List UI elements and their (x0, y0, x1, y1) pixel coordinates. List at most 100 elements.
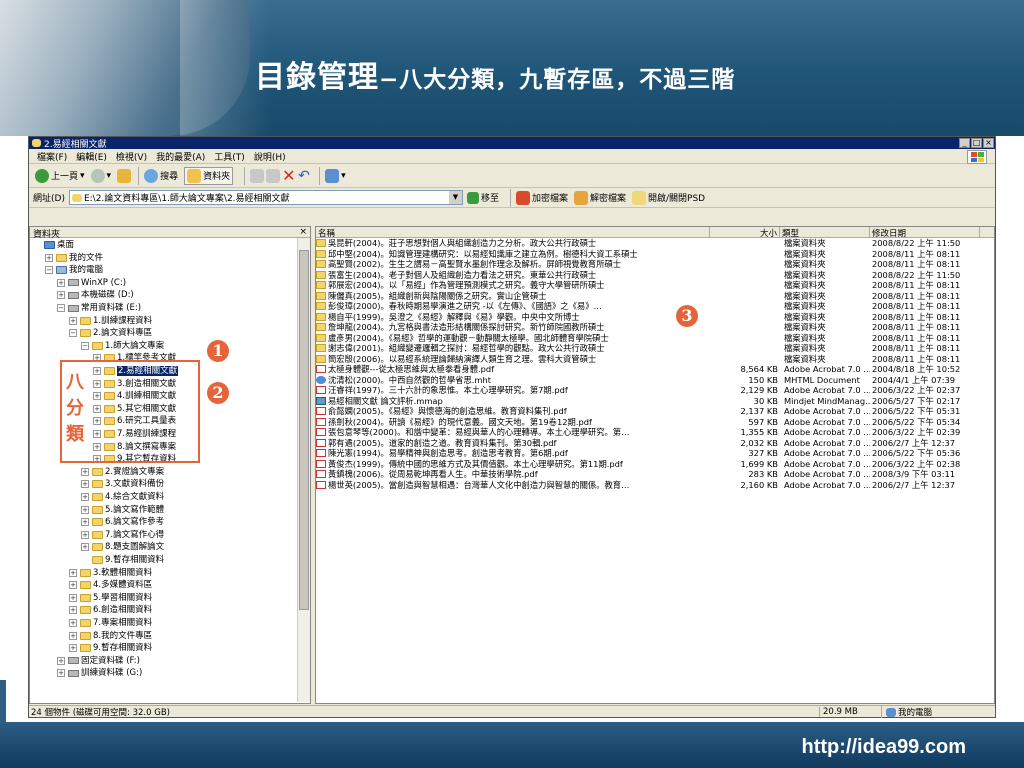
expand-icon[interactable]: + (81, 493, 89, 501)
window-titlebar[interactable]: 2.易經相關文獻 _ □ × (29, 137, 995, 150)
tree-item[interactable]: +6.創造相關資料 (69, 605, 152, 615)
encrypt-button[interactable]: 加密檔案 (515, 190, 568, 205)
folder-icon (316, 239, 326, 248)
tree-item[interactable]: + 訓練資料碟 (G:) (57, 668, 142, 678)
tree-item[interactable]: − 常用資料碟 (E:) (57, 303, 141, 313)
expand-icon[interactable]: + (81, 518, 89, 527)
tree-item[interactable]: +1.訓練課程資料 (69, 316, 152, 326)
collapse-icon[interactable]: − (57, 304, 65, 312)
column-name[interactable]: 名稱 (316, 227, 710, 239)
dropdown-arrow-icon[interactable]: ▼ (448, 191, 462, 204)
tree-item[interactable]: − 2.論文資料專區 (69, 328, 152, 338)
decrypt-button[interactable]: 解密檔案 (573, 190, 626, 205)
psd-button[interactable]: 開啟/關閉PSD (632, 190, 705, 205)
dropdown-arrow-icon[interactable]: ▾ (341, 171, 346, 181)
go-button[interactable]: 移至 (466, 191, 499, 204)
tree-item[interactable]: +9.暫存相關資料 (69, 643, 152, 653)
tree-item[interactable]: +7.論文寫作心得 (81, 530, 164, 540)
folder-pane-close-button[interactable]: × (299, 227, 307, 237)
tree-item[interactable]: +7.專案相關資料 (69, 618, 152, 628)
tree-scrollbar[interactable] (297, 238, 310, 702)
file-size: 2,032 KB (740, 437, 778, 448)
menu-help[interactable]: 說明(H) (254, 150, 286, 163)
minimize-button[interactable]: _ (959, 138, 970, 148)
collapse-icon[interactable]: − (81, 341, 89, 350)
tree-item[interactable]: + 固定資料碟 (F:) (57, 656, 140, 666)
tree-item[interactable]: +5.學習相關資料 (69, 593, 152, 603)
back-button[interactable]: 上一頁 ▾ (35, 168, 85, 183)
dropdown-arrow-icon[interactable]: ▾ (80, 171, 85, 181)
slide-title-main: 目錄管理 (255, 60, 379, 95)
tree-item[interactable]: +3.文獻資料備份 (81, 479, 164, 489)
expand-icon[interactable]: + (81, 530, 89, 539)
maximize-button[interactable]: □ (971, 138, 982, 148)
menu-edit[interactable]: 編輯(E) (76, 150, 107, 163)
column-size[interactable]: 大小 (710, 227, 780, 239)
column-date[interactable]: 修改日期 (870, 227, 980, 239)
expand-icon[interactable]: + (69, 568, 77, 577)
tree-item-label: 我的文件 (69, 252, 104, 263)
expand-icon[interactable]: + (69, 606, 77, 615)
status-location-label: 我的電腦 (898, 708, 933, 718)
expand-icon[interactable]: + (69, 581, 77, 590)
undo-icon[interactable]: ↶ (298, 169, 312, 183)
move-to-icon[interactable] (250, 168, 265, 183)
tree-item-label: 8.題支圖解論文 (105, 542, 165, 553)
tree-item[interactable]: − 1.師大論文專案 (81, 341, 164, 351)
expand-icon[interactable]: + (57, 656, 65, 665)
file-row[interactable]: 楊世英(2005)。當創造與智慧相遇：台灣華人文化中創造力與智慧的關係。教育… 2… (316, 480, 994, 491)
expand-icon[interactable]: + (81, 467, 89, 476)
menu-tools[interactable]: 工具(T) (214, 150, 245, 163)
tree-item-label: 5.論文寫作範體 (105, 504, 165, 515)
tree-item[interactable]: +8.題支圖解論文 (81, 542, 164, 552)
forward-button[interactable]: ▾ (90, 168, 112, 183)
search-button[interactable]: 搜尋 (144, 168, 178, 183)
folder-icon (80, 593, 91, 602)
column-type[interactable]: 類型 (780, 227, 870, 239)
address-input[interactable]: E:\2.論文資料專區\1.師大論文專案\2.易經相關文獻 ▼ (68, 190, 463, 205)
expand-icon[interactable]: + (69, 644, 77, 653)
folder-icon (92, 505, 103, 514)
tree-item[interactable]: + 我的文件 (45, 253, 103, 263)
menu-file[interactable]: 檔案(F) (37, 150, 67, 163)
tree-item[interactable]: − 我的電腦 (45, 265, 103, 275)
menu-favorites[interactable]: 我的最愛(A) (156, 150, 205, 163)
tree-item[interactable]: +4.多媒體資料區 (69, 580, 152, 590)
tree-item[interactable]: +3.軟體相關資料 (69, 568, 152, 578)
folders-button[interactable]: 資料夾 (184, 166, 234, 185)
expand-icon[interactable]: + (81, 543, 89, 552)
tree-item[interactable]: +8.我的文件專區 (69, 631, 152, 641)
up-folder-icon[interactable] (117, 168, 132, 183)
expand-icon[interactable]: + (57, 278, 65, 287)
footer-url[interactable]: http://idea99.com (802, 736, 966, 759)
forward-arrow-icon (90, 168, 105, 183)
expand-icon[interactable]: + (69, 316, 77, 325)
folder-icon (92, 467, 103, 476)
tree-item[interactable]: 9.暫存相關資料 (81, 555, 164, 565)
tree-item[interactable]: +2.實證論文專案 (81, 467, 164, 477)
tree-item[interactable]: +5.論文寫作範體 (81, 505, 164, 515)
tree-item[interactable]: + 本機磁碟 (D:) (57, 290, 134, 300)
tree-item[interactable]: +6.論文寫作參考 (81, 517, 164, 527)
expand-icon[interactable]: + (81, 480, 89, 489)
copy-to-icon[interactable] (266, 168, 281, 183)
collapse-icon[interactable]: − (45, 266, 53, 275)
expand-icon[interactable]: + (69, 593, 77, 602)
scrollbar-thumb[interactable] (299, 250, 309, 610)
dropdown-arrow-icon[interactable]: ▾ (107, 171, 112, 181)
menu-view[interactable]: 檢視(V) (116, 150, 147, 163)
pdf-icon (316, 480, 326, 489)
expand-icon[interactable]: + (69, 619, 77, 627)
tree-item[interactable]: 桌面 (33, 240, 74, 250)
views-icon[interactable] (325, 168, 340, 183)
expand-icon[interactable]: + (57, 669, 65, 678)
collapse-icon[interactable]: − (69, 329, 77, 338)
expand-icon[interactable]: + (45, 253, 53, 262)
delete-icon[interactable]: ✕ (282, 167, 296, 183)
expand-icon[interactable]: + (69, 631, 77, 640)
close-button[interactable]: × (983, 138, 994, 148)
expand-icon[interactable]: + (57, 291, 65, 300)
tree-item[interactable]: + WinXP (C:) (57, 278, 126, 288)
expand-icon[interactable]: + (81, 505, 89, 514)
tree-item[interactable]: +4.綜合文獻資料 (81, 492, 164, 502)
